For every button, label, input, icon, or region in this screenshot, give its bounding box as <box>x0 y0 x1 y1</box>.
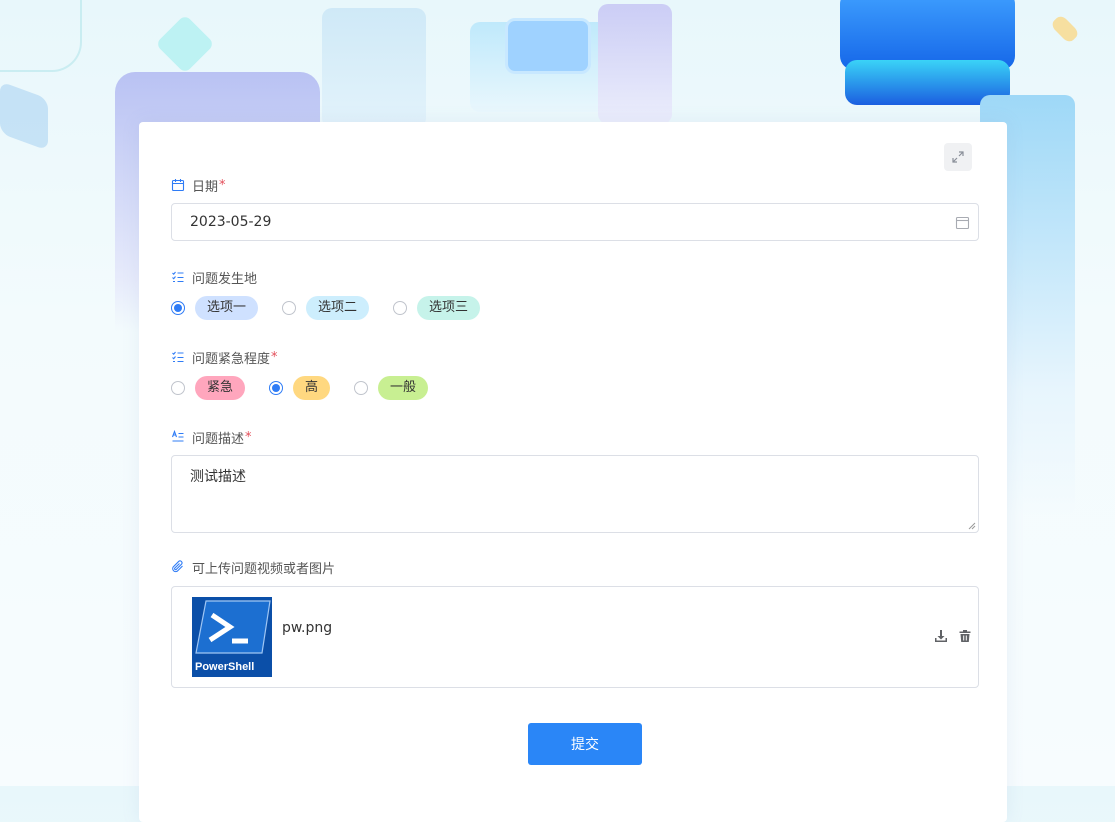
paperclip-icon <box>171 560 185 574</box>
radio-button[interactable] <box>269 381 284 395</box>
urgency-radio-group: 紧急 高 一般 <box>171 376 979 400</box>
description-textarea[interactable]: 测试描述 <box>171 455 979 533</box>
option-tag: 紧急 <box>195 376 246 400</box>
option-tag: 选项三 <box>417 296 481 320</box>
file-thumbnail[interactable]: PowerShell <box>192 597 272 677</box>
submit-button[interactable]: 提交 <box>528 723 642 765</box>
option-tag: 选项二 <box>306 296 370 320</box>
urgency-option-urgent[interactable]: 紧急 <box>171 376 246 400</box>
radio-button[interactable] <box>282 301 297 315</box>
upload-label: 可上传问题视频或者图片 <box>192 561 336 577</box>
checklist-icon <box>171 270 185 284</box>
checklist-icon <box>171 350 185 364</box>
location-option-3[interactable]: 选项三 <box>393 296 481 320</box>
option-tag: 一般 <box>378 376 429 400</box>
issue-report-form: 日期 * 2023-05-29 问题发生地 选项一 选项二 选项三 问题紧急程度… <box>139 122 1007 822</box>
radio-button[interactable] <box>171 381 185 395</box>
urgency-option-high[interactable]: 高 <box>269 376 331 400</box>
required-mark: * <box>219 177 226 193</box>
radio-button[interactable] <box>354 381 369 395</box>
download-icon[interactable] <box>934 629 948 643</box>
text-icon <box>171 430 185 444</box>
expand-icon <box>952 151 964 163</box>
radio-button[interactable] <box>393 301 408 315</box>
location-radio-group: 选项一 选项二 选项三 <box>171 296 979 320</box>
date-label: 日期 <box>192 179 219 195</box>
upload-area[interactable]: PowerShell pw.png <box>171 586 979 688</box>
date-value: 2023-05-29 <box>190 214 272 230</box>
description-field: 问题描述 * 测试描述 <box>171 427 979 533</box>
date-input[interactable]: 2023-05-29 <box>171 203 979 241</box>
location-option-1[interactable]: 选项一 <box>171 296 259 320</box>
urgency-option-normal[interactable]: 一般 <box>354 376 429 400</box>
date-field: 日期 * 2023-05-29 <box>171 175 979 241</box>
description-label: 问题描述 <box>192 431 245 447</box>
required-mark: * <box>271 349 278 365</box>
upload-field: 可上传问题视频或者图片 PowerShell pw.png <box>171 557 979 688</box>
location-label: 问题发生地 <box>192 271 258 287</box>
file-name: pw.png <box>282 620 333 636</box>
required-mark: * <box>245 429 252 445</box>
calendar-icon <box>171 178 185 192</box>
option-tag: 高 <box>293 376 331 400</box>
urgency-label: 问题紧急程度 <box>192 351 271 367</box>
date-picker-icon[interactable] <box>955 215 970 230</box>
resize-handle-icon[interactable] <box>968 522 976 530</box>
description-value: 测试描述 <box>190 469 246 485</box>
option-tag: 选项一 <box>195 296 259 320</box>
location-field: 问题发生地 选项一 选项二 选项三 <box>171 267 979 320</box>
radio-button[interactable] <box>171 301 185 315</box>
thumbnail-text: PowerShell <box>195 661 255 673</box>
delete-icon[interactable] <box>958 629 972 643</box>
urgency-field: 问题紧急程度 * 紧急 高 一般 <box>171 347 979 400</box>
expand-button[interactable] <box>944 143 972 171</box>
location-option-2[interactable]: 选项二 <box>282 296 370 320</box>
